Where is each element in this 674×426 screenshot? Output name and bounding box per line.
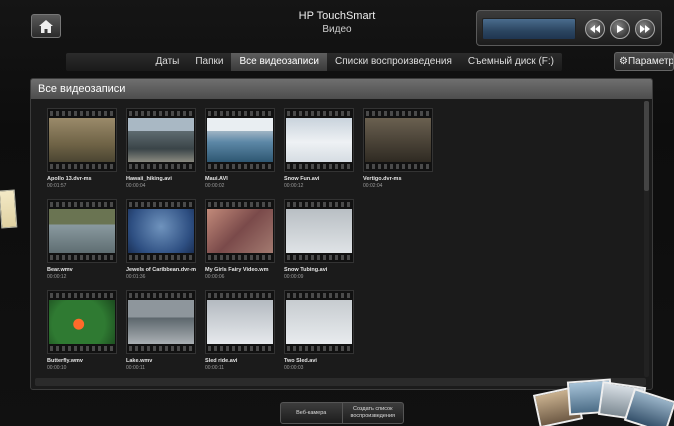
film-frame <box>205 199 275 263</box>
video-preview-image <box>286 209 352 253</box>
video-preview-image <box>49 300 115 344</box>
fast-forward-icon <box>640 25 650 33</box>
video-name: Two Sled.avi <box>284 358 317 364</box>
video-name: Snow Fun.avi <box>284 176 320 182</box>
video-thumbnail[interactable]: Hawaii_hiking.avi 00:00:04 <box>126 108 198 189</box>
video-duration: 00:00:10 <box>47 365 67 371</box>
view-tabs: Даты Папки Все видеозаписи Списки воспро… <box>66 53 562 71</box>
media-player-mini <box>476 10 662 46</box>
video-preview-image <box>128 118 194 162</box>
touchsmart-video-app: HP TouchSmart Видео Даты Папки Все видео… <box>0 0 674 426</box>
film-frame <box>284 199 354 263</box>
video-name: My Girls Fairy Video.wm <box>205 267 269 273</box>
video-duration: 00:00:11 <box>126 365 146 371</box>
settings-label: Параметры <box>627 56 674 67</box>
video-duration: 00:00:12 <box>47 274 67 280</box>
video-duration: 00:00:03 <box>284 365 304 371</box>
scrollbar-thumb[interactable] <box>644 101 649 191</box>
video-duration: 00:00:04 <box>126 183 146 189</box>
video-name: Apollo 13.dvr-ms <box>47 176 92 182</box>
video-preview-image <box>49 118 115 162</box>
film-frame <box>205 290 275 354</box>
video-preview-image <box>286 118 352 162</box>
webcam-button[interactable]: Веб-камера <box>281 403 342 423</box>
video-duration: 00:00:06 <box>205 274 225 280</box>
video-thumbnail[interactable]: Sled ride.avi 00:00:11 <box>205 290 277 371</box>
video-duration: 00:01:36 <box>126 274 146 280</box>
video-thumbnail[interactable]: Vertigo.dvr-ms 00:02:04 <box>363 108 435 189</box>
video-thumbnail[interactable]: Apollo 13.dvr-ms 00:01:57 <box>47 108 119 189</box>
video-thumbnail[interactable]: Maui.AVI 00:00:02 <box>205 108 277 189</box>
video-name: Hawaii_hiking.avi <box>126 176 172 182</box>
video-preview-image <box>128 300 194 344</box>
film-frame <box>363 108 433 172</box>
tab-all-videos[interactable]: Все видеозаписи <box>231 53 327 71</box>
video-duration: 00:02:04 <box>363 183 383 189</box>
video-duration: 00:00:09 <box>284 274 304 280</box>
tab-dates[interactable]: Даты <box>147 53 187 71</box>
video-name: Jewels of Caribbean.dvr-m <box>126 267 196 273</box>
rewind-button[interactable] <box>585 19 605 39</box>
film-frame <box>205 108 275 172</box>
video-name: Vertigo.dvr-ms <box>363 176 402 182</box>
video-name: Butterfly.wmv <box>47 358 83 364</box>
video-preview-image <box>128 209 194 253</box>
play-icon <box>617 25 624 33</box>
bottom-actions: Веб-камера Создать список воспроизведени… <box>280 402 404 424</box>
film-frame <box>284 108 354 172</box>
video-duration: 00:01:57 <box>47 183 67 189</box>
settings-button[interactable]: ⚙Параметры <box>614 52 674 71</box>
film-frame <box>126 199 196 263</box>
video-thumbnail[interactable]: Butterfly.wmv 00:00:10 <box>47 290 119 371</box>
vertical-scrollbar[interactable] <box>644 101 649 377</box>
tab-folders[interactable]: Папки <box>187 53 231 71</box>
film-frame <box>126 290 196 354</box>
video-thumbnail[interactable]: My Girls Fairy Video.wm 00:00:06 <box>205 199 277 280</box>
videos-panel: Все видеозаписи Apollo 13.dvr-ms 00:01:57… <box>30 78 653 390</box>
video-name: Snow Tubing.avi <box>284 267 328 273</box>
video-preview-image <box>365 118 431 162</box>
film-frame <box>47 290 117 354</box>
video-name: Maui.AVI <box>205 176 228 182</box>
player-screen[interactable] <box>482 18 576 40</box>
video-name: Bear.wmv <box>47 267 73 273</box>
panel-title: Все видеозаписи <box>31 79 652 99</box>
tab-playlists[interactable]: Списки воспроизведения <box>327 53 460 71</box>
video-thumbnail[interactable]: Jewels of Caribbean.dvr-m 00:01:36 <box>126 199 198 280</box>
stack-photo <box>623 388 674 426</box>
video-duration: 00:00:11 <box>205 365 225 371</box>
video-thumbnail[interactable]: Lake.wmv 00:00:11 <box>126 290 198 371</box>
film-frame <box>284 290 354 354</box>
film-frame <box>126 108 196 172</box>
video-name: Sled ride.avi <box>205 358 238 364</box>
video-preview-image <box>207 209 273 253</box>
video-thumbnail[interactable]: Two Sled.avi 00:00:03 <box>284 290 356 371</box>
fast-forward-button[interactable] <box>635 19 655 39</box>
video-preview-image <box>286 300 352 344</box>
video-name: Lake.wmv <box>126 358 153 364</box>
create-playlist-button[interactable]: Создать список воспроизведения <box>341 403 404 423</box>
gear-icon: ⚙ <box>619 56 628 67</box>
film-frame <box>47 199 117 263</box>
video-preview-image <box>207 118 273 162</box>
rewind-icon <box>590 25 600 33</box>
photo-stack-image[interactable] <box>528 378 674 426</box>
side-notes-widget[interactable] <box>0 189 18 229</box>
video-duration: 00:00:02 <box>205 183 225 189</box>
play-button[interactable] <box>610 19 630 39</box>
video-duration: 00:00:12 <box>284 183 304 189</box>
video-preview-image <box>207 300 273 344</box>
video-thumbnail[interactable]: Snow Fun.avi 00:00:12 <box>284 108 356 189</box>
video-thumbnail[interactable]: Bear.wmv 00:00:12 <box>47 199 119 280</box>
tab-removable-disk[interactable]: Съемный диск (F:) <box>460 53 562 71</box>
video-thumbnail[interactable]: Snow Tubing.avi 00:00:09 <box>284 199 356 280</box>
film-frame <box>47 108 117 172</box>
video-preview-image <box>49 209 115 253</box>
